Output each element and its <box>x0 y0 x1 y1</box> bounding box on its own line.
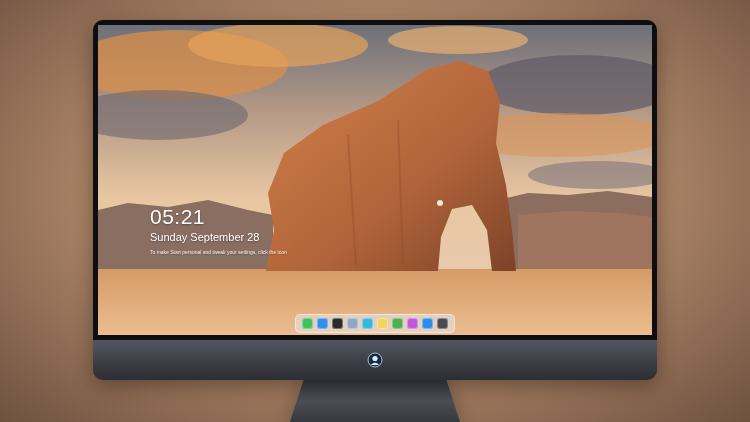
dock-app-icon[interactable] <box>437 318 448 329</box>
dock-app-icon[interactable] <box>317 318 328 329</box>
screen-bezel: 05:21 Sunday September 28 To make Start pe… <box>93 20 657 340</box>
wallpaper-photo <box>98 25 652 335</box>
dock-app-icon[interactable] <box>392 318 403 329</box>
dock-app-icon[interactable] <box>332 318 343 329</box>
clock-date: Sunday September 28 <box>150 231 652 244</box>
dock <box>295 314 455 333</box>
brand-logo-icon <box>367 352 383 368</box>
monitor-chin <box>93 340 657 380</box>
monitor: 05:21 Sunday September 28 To make Start pe… <box>93 20 657 422</box>
dock-app-icon[interactable] <box>302 318 313 329</box>
dock-app-icon[interactable] <box>377 318 388 329</box>
mockup-background: 05:21 Sunday September 28 To make Start pe… <box>0 0 750 422</box>
lock-screen-overlay: 05:21 Sunday September 28 To make Start pe… <box>98 25 652 335</box>
monitor-stand <box>290 380 460 422</box>
clock-widget: 05:21 Sunday September 28 To make Start pe… <box>150 205 652 256</box>
dock-app-icon[interactable] <box>362 318 373 329</box>
dock-app-icon[interactable] <box>407 318 418 329</box>
desktop-screen: 05:21 Sunday September 28 To make Start pe… <box>98 25 652 335</box>
dock-app-icon[interactable] <box>422 318 433 329</box>
clock-hint: To make Start personal and tweak your se… <box>150 249 652 256</box>
dock-app-icon[interactable] <box>347 318 358 329</box>
clock-time: 05:21 <box>150 205 652 228</box>
